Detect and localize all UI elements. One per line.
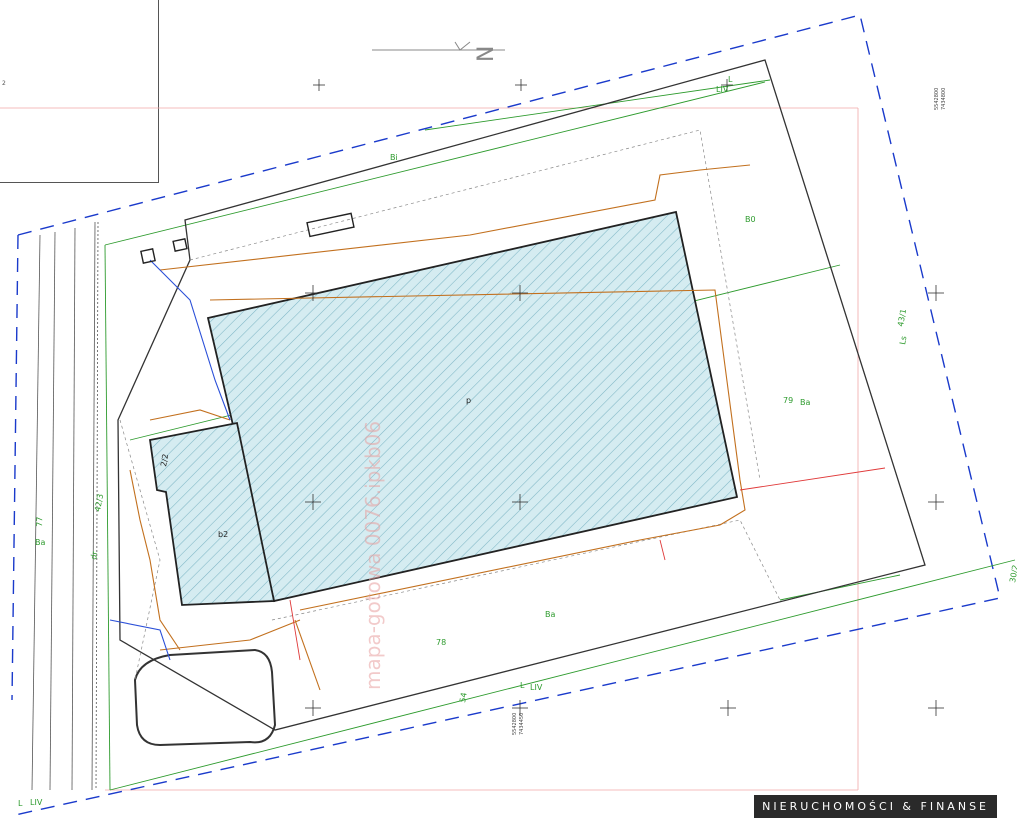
landuse-l-sw: L [18,799,23,808]
parcel-42-3: 42/3 [93,493,105,512]
site-plan-map: N mapa-gotowa 0076.ipkb06 79 78 42/3 77 … [0,14,1017,816]
landuse-l-north: L [728,75,733,84]
coord-ne-b: 7434800 [941,88,947,110]
landuse-ba-south: Ba [545,610,555,619]
landuse-ba-main: Ba [800,398,810,407]
building-p-label: p [466,396,471,405]
landuse-lv-south: LIV [530,683,543,692]
main-building [206,210,739,603]
coord-sw-b: 7434450 [519,713,525,735]
parcel-54: 54 [458,692,469,704]
landuse-b0: B0 [745,215,756,224]
north-label: N [474,46,499,62]
parcel-77: 77 [35,517,44,527]
annex-b2-label: b2 [218,530,228,539]
west-road [31,221,99,791]
landuse-ba-west: Ba [35,538,45,547]
landuse-bi: Bi [390,153,398,162]
parcel-30-2: 30/2 [1008,564,1017,583]
coord-ne-a: 5542800 [934,88,940,110]
small-structures [140,212,355,264]
watermark-text: mapa-gotowa 0076.ipkb06 [361,421,385,690]
parcel-79: 79 [783,396,793,405]
landuse-lv-north: LIV [716,85,729,94]
parcel-78: 78 [436,638,446,647]
landuse-lv-sw: LIV [30,798,43,807]
parking-area [133,648,277,747]
parcel-43-1: 43/1 [896,308,908,327]
coord-sw-a: 5542800 [512,713,518,735]
landuse-dr: dr [89,550,99,561]
landuse-ls: Ls [898,335,908,345]
landuse-l-south: L [520,681,525,690]
brand-badge: NIERUCHOMOŚCI & FINANSE [754,795,997,818]
